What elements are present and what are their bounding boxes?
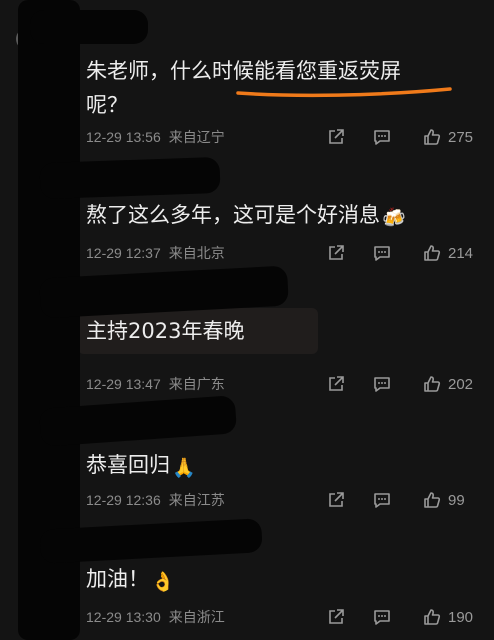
comment-meta: 12-29 12:36 来自江苏 99	[86, 489, 476, 511]
comment-list: 朱老师，什么时候能看您重返荧屏 呢？ 12-29 13:56 来自辽宁 275	[0, 0, 494, 640]
reply-icon	[374, 246, 390, 261]
reply-icon	[374, 377, 390, 392]
share-icon	[329, 376, 344, 391]
comment-text: 加油！ 👌	[86, 562, 175, 599]
orange-underline-annotation	[236, 87, 452, 98]
like-count: 99	[448, 491, 465, 509]
share-button[interactable]	[326, 127, 346, 147]
share-button[interactable]	[326, 490, 346, 510]
reply-icon	[374, 610, 390, 625]
comment-meta: 12-29 12:37 来自北京 214	[86, 242, 476, 264]
comment-time: 12-29 12:36	[86, 492, 161, 508]
thumbs-up-icon	[424, 376, 441, 392]
comment-time: 12-29 12:37	[86, 245, 161, 261]
comment-text-line: 主持2023年春晚	[86, 319, 245, 343]
thumbs-up-icon	[424, 492, 441, 508]
comment-time: 12-29 13:47	[86, 376, 161, 392]
share-button[interactable]	[326, 243, 346, 263]
comment-text: 恭喜回归 🙏	[86, 448, 196, 485]
pray-emoji-icon: 🙏	[172, 457, 196, 479]
like-count: 202	[448, 375, 474, 393]
reply-icon	[374, 493, 390, 508]
like-button[interactable]: 202	[422, 374, 476, 394]
comment-text: 熬了这么多年，这可是个好消息 🍻	[86, 198, 406, 235]
comment-location: 来自北京	[168, 246, 225, 262]
comment-location: 来自辽宁	[168, 130, 225, 146]
like-button[interactable]: 190	[422, 607, 476, 627]
reply-button[interactable]	[372, 243, 392, 263]
comment-location: 来自浙江	[168, 610, 225, 626]
comment-meta: 12-29 13:30 来自浙江 190	[86, 606, 476, 628]
comment-text-line: 加油！	[86, 567, 149, 591]
comment-meta: 12-29 13:47 来自广东 202	[86, 373, 476, 395]
comment-location: 来自广东	[168, 377, 225, 393]
like-count: 275	[448, 128, 474, 146]
share-icon	[329, 245, 344, 260]
like-button[interactable]: 275	[422, 127, 476, 147]
reply-button[interactable]	[372, 490, 392, 510]
thumbs-up-icon	[424, 129, 441, 145]
comment-location: 来自江苏	[168, 493, 225, 509]
beer-emoji-icon: 🍻	[382, 207, 406, 229]
share-icon	[329, 129, 344, 144]
reply-button[interactable]	[372, 607, 392, 627]
share-button[interactable]	[326, 374, 346, 394]
reply-button[interactable]	[372, 127, 392, 147]
reply-icon	[374, 130, 390, 145]
comment-meta: 12-29 13:56 来自辽宁 275	[86, 126, 476, 148]
share-button[interactable]	[326, 607, 346, 627]
like-count: 190	[448, 608, 474, 626]
comment-text-line: 朱老师，什么时候能看您重返荧屏	[86, 59, 401, 83]
like-button[interactable]: 214	[422, 243, 476, 263]
share-icon	[329, 609, 344, 624]
ok-hand-emoji-icon: 👌	[151, 571, 175, 593]
comment-time: 12-29 13:56	[86, 129, 161, 145]
comment-text: 主持2023年春晚	[86, 314, 244, 348]
comment-text-line: 熬了这么多年，这可是个好消息	[86, 203, 380, 227]
share-icon	[329, 492, 344, 507]
comment-time: 12-29 13:30	[86, 609, 161, 625]
thumbs-up-icon	[424, 245, 441, 261]
redaction-stroke	[39, 156, 221, 200]
reply-button[interactable]	[372, 374, 392, 394]
comment-text-line: 恭喜回归	[86, 453, 170, 477]
thumbs-up-icon	[424, 609, 441, 625]
like-count: 214	[448, 244, 474, 262]
redaction-stroke	[30, 10, 148, 44]
like-button[interactable]: 99	[422, 490, 476, 510]
